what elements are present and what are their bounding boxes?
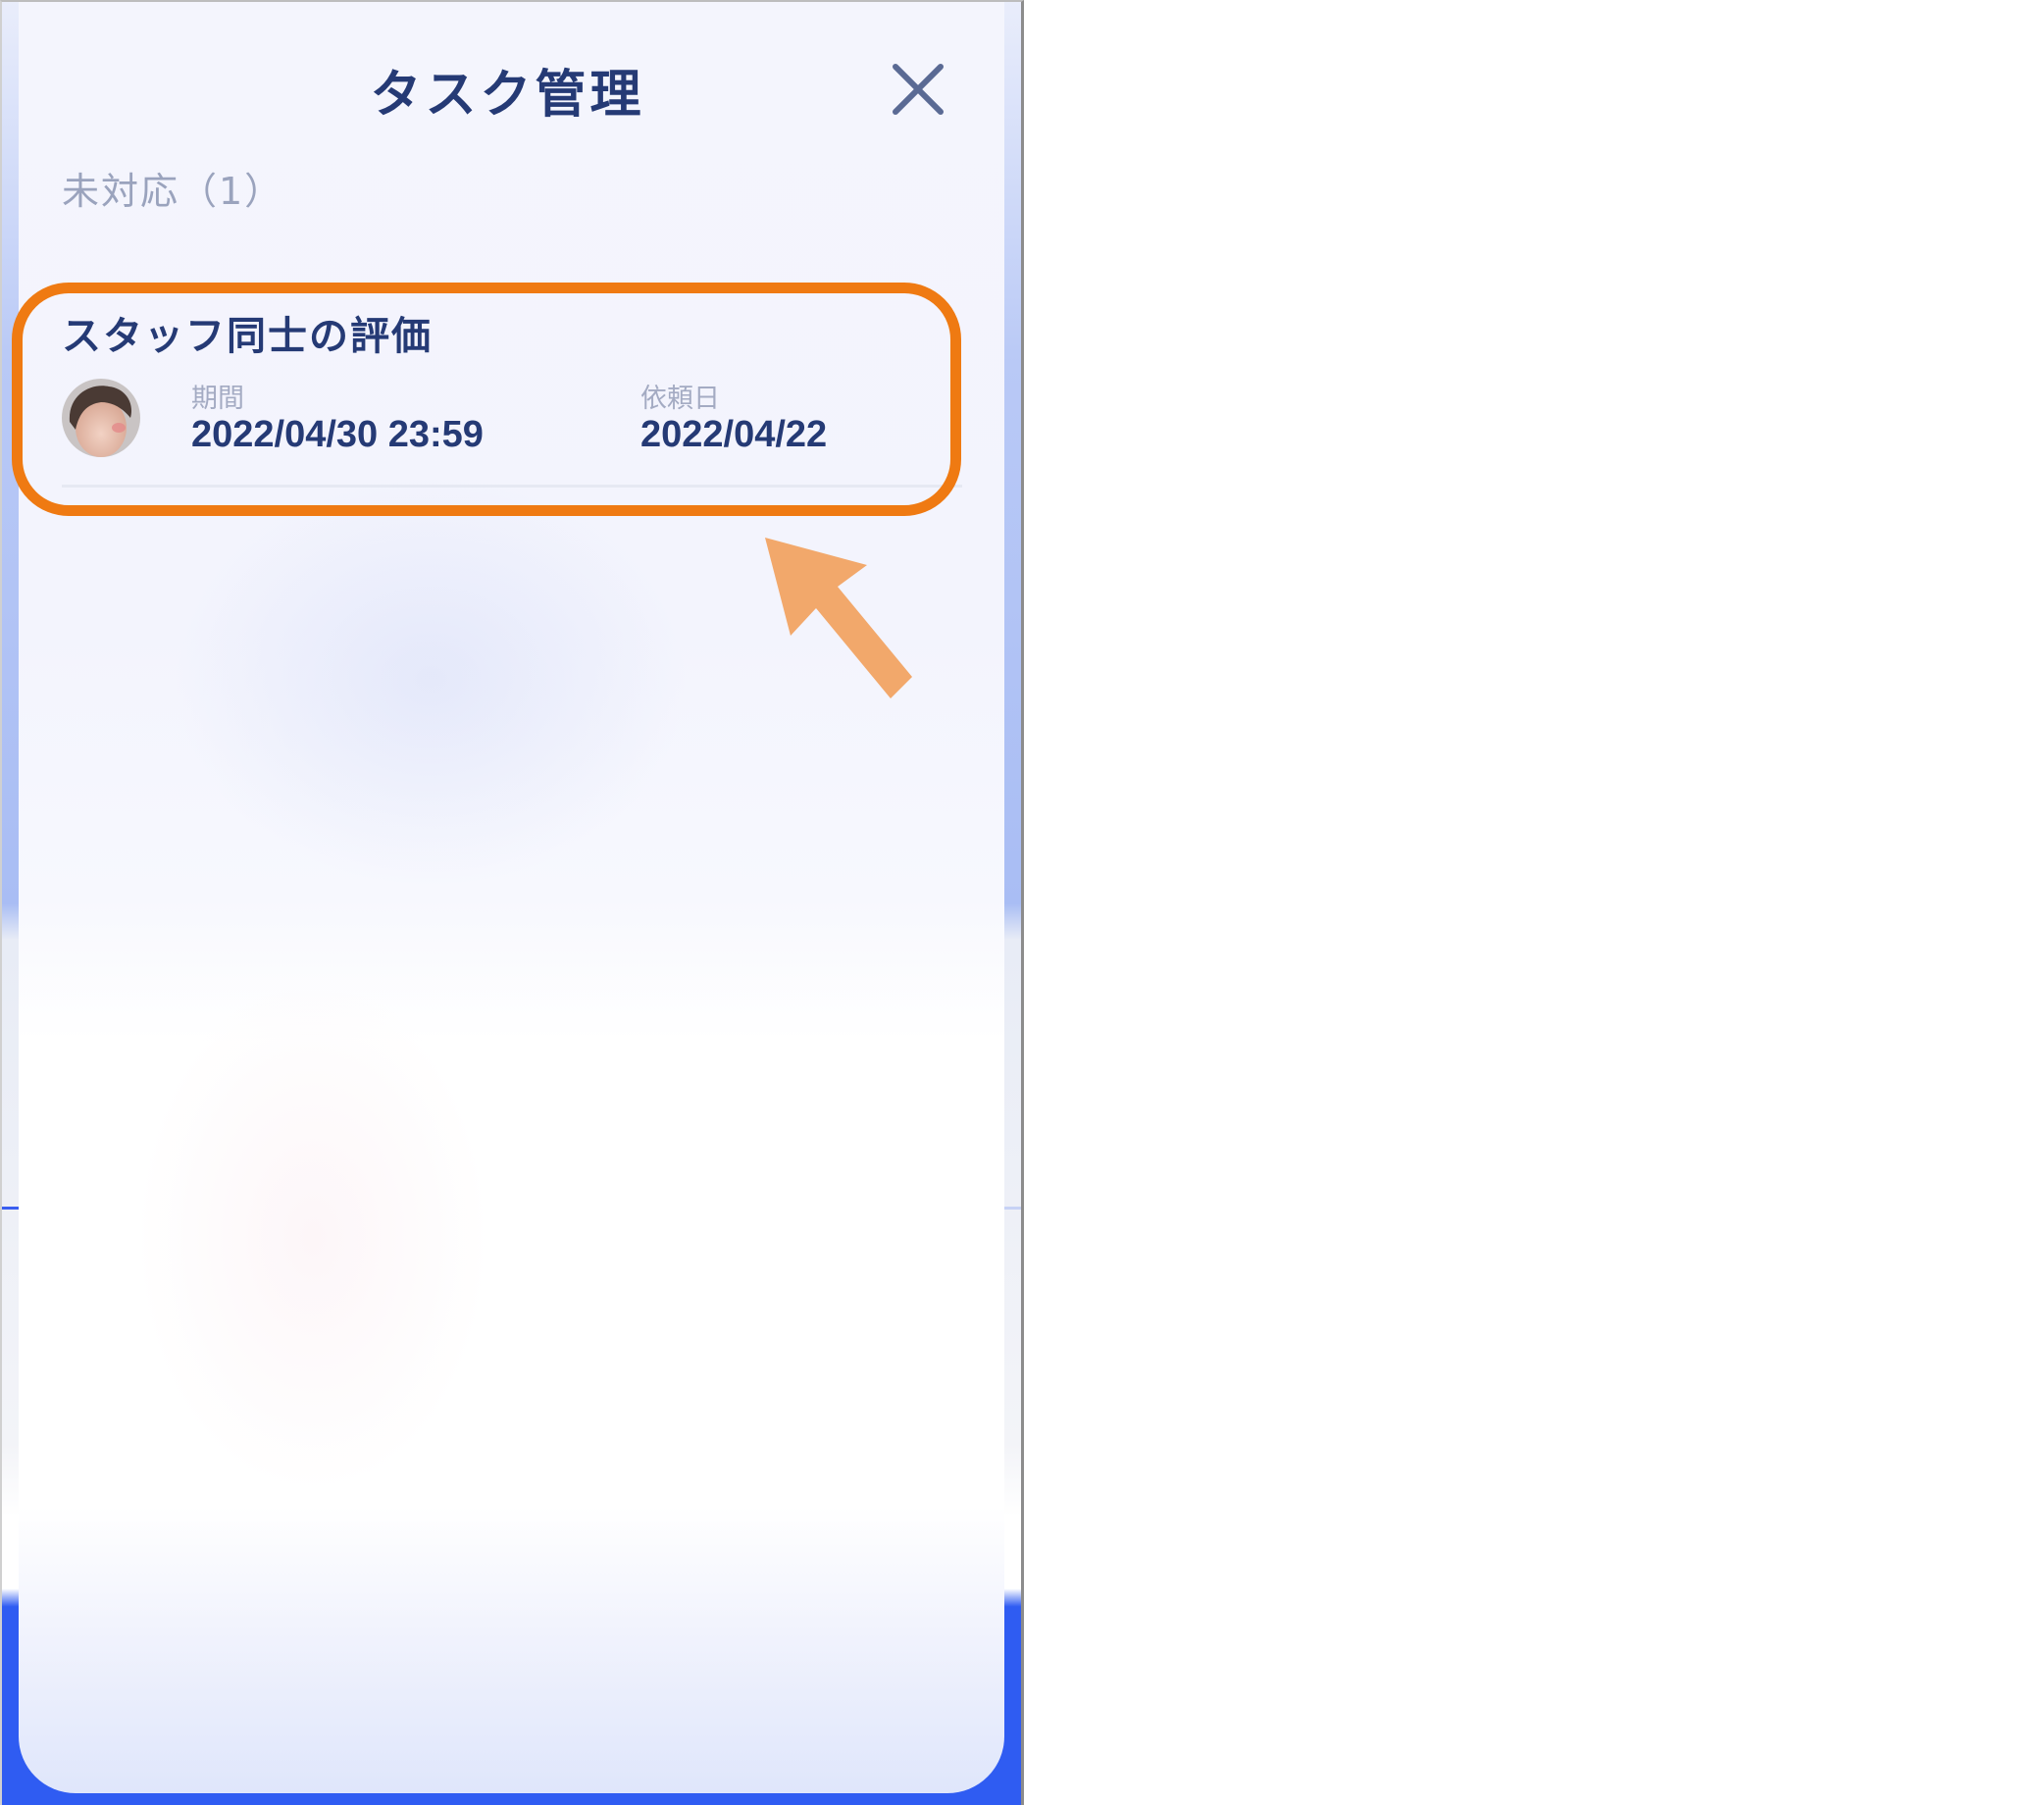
close-button[interactable] [882,53,954,126]
task-management-modal: タスク管理 未対応（1） スタッフ同士の評価 期間 2022/04/30 23:… [19,2,1004,1793]
highlight-annotation [12,283,961,516]
modal-title: タスク管理 [370,66,645,125]
background-divider-right [1002,1207,1021,1210]
close-icon [893,64,944,115]
unhandled-section-label: 未対応（1） [62,170,284,213]
arrow-up-left-icon [765,538,912,698]
phone-screen: タスク管理 未対応（1） スタッフ同士の評価 期間 2022/04/30 23:… [0,0,1024,1805]
